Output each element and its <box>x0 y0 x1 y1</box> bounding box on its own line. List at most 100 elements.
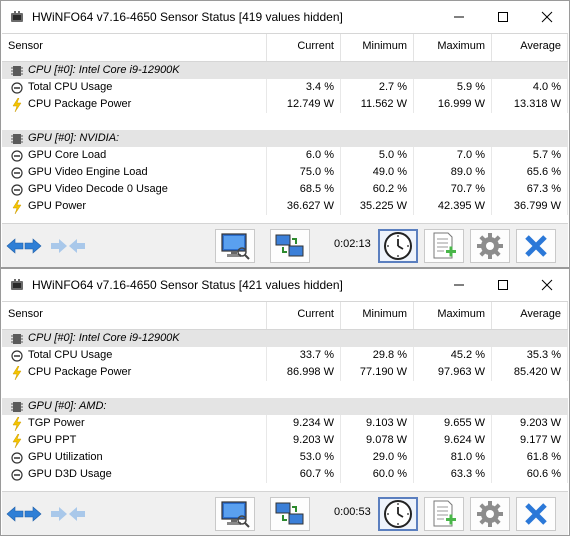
power-bolt-icon <box>10 365 24 380</box>
sensor-label-cell <box>2 381 267 398</box>
sensor-row[interactable]: GPU Core Load 6.0 % 5.0 % 7.0 % 5.7 % <box>2 147 568 164</box>
sensor-label-cell: GPU [#0]: NVIDIA: <box>2 130 267 147</box>
close-sensors-x-button[interactable] <box>516 497 556 531</box>
gauge-icon <box>10 149 24 163</box>
sensor-name: Total CPU Usage <box>28 349 113 361</box>
current-value: 60.7 % <box>267 466 341 483</box>
elapsed-timer: 0:00:53 <box>334 506 371 518</box>
minimum-value <box>341 330 414 347</box>
sensor-group-row[interactable]: GPU [#0]: NVIDIA: <box>2 130 568 147</box>
sensor-row[interactable]: GPU D3D Usage 60.7 % 60.0 % 63.3 % 60.6 % <box>2 466 568 483</box>
settings-gear-button[interactable] <box>470 497 510 531</box>
chip-icon <box>10 400 24 414</box>
minimize-button[interactable] <box>437 269 481 301</box>
sensor-row[interactable]: CPU Package Power 86.998 W 77.190 W 97.963 … <box>2 364 568 381</box>
sensor-group-row[interactable]: CPU [#0]: Intel Core i9-12900K <box>2 330 568 347</box>
average-value: 85.420 W <box>492 364 568 381</box>
collapse-columns-arrows-icon[interactable] <box>49 503 87 525</box>
minimum-value: 29.0 % <box>341 449 414 466</box>
column-header-maximum[interactable]: Maximum <box>414 302 492 329</box>
logging-report-button[interactable] <box>424 497 464 531</box>
sensor-row[interactable]: GPU Utilization 53.0 % 29.0 % 81.0 % 61.8 % <box>2 449 568 466</box>
sensor-row[interactable]: GPU Video Decode 0 Usage 68.5 % 60.2 % 70.7… <box>2 181 568 198</box>
maximize-button[interactable] <box>481 1 525 33</box>
settings-gear-button[interactable] <box>470 229 510 263</box>
minimum-value: 35.225 W <box>341 198 414 215</box>
sensor-label-cell: CPU Package Power <box>2 364 267 381</box>
reset-timer-clock-button[interactable] <box>378 229 418 263</box>
title-bar[interactable]: HWiNFO64 v7.16-4650 Sensor Status [421 v… <box>1 269 569 301</box>
sensor-label-cell: CPU [#0]: Intel Core i9-12900K <box>2 62 267 79</box>
sensor-name: Total CPU Usage <box>28 81 113 93</box>
sensor-label-cell: GPU [#0]: AMD: <box>2 398 267 415</box>
maximum-value <box>414 113 492 130</box>
group-label: CPU [#0]: Intel Core i9-12900K <box>28 332 180 344</box>
maximum-value: 9.624 W <box>414 432 492 449</box>
minimize-button[interactable] <box>437 1 481 33</box>
sensor-status-window-1: HWiNFO64 v7.16-4650 Sensor Status [419 v… <box>0 0 570 268</box>
average-value: 4.0 % <box>492 79 568 96</box>
power-bolt-icon <box>10 97 24 112</box>
average-value <box>492 381 568 398</box>
minimum-value: 9.103 W <box>341 415 414 432</box>
expand-columns-arrows-icon[interactable] <box>5 235 43 257</box>
sensor-row[interactable]: CPU Package Power 12.749 W 11.562 W 16.999 … <box>2 96 568 113</box>
column-header-minimum[interactable]: Minimum <box>341 302 414 329</box>
sensor-row[interactable]: TGP Power 9.234 W 9.103 W 9.655 W 9.203 W <box>2 415 568 432</box>
sensor-group-row[interactable]: CPU [#0]: Intel Core i9-12900K <box>2 62 568 79</box>
maximum-value <box>414 62 492 79</box>
title-bar[interactable]: HWiNFO64 v7.16-4650 Sensor Status [419 v… <box>1 1 569 33</box>
minimum-value: 60.0 % <box>341 466 414 483</box>
column-header-sensor[interactable]: Sensor <box>2 34 267 61</box>
column-header-average[interactable]: Average <box>492 34 568 61</box>
sensor-viewer-monitor-button[interactable] <box>215 229 255 263</box>
close-window-button[interactable] <box>525 1 569 33</box>
current-value: 75.0 % <box>267 164 341 181</box>
sensor-name: GPU PPT <box>28 434 77 446</box>
column-header-minimum[interactable]: Minimum <box>341 34 414 61</box>
gauge-icon <box>10 468 24 482</box>
gauge-icon <box>10 451 24 465</box>
reset-timer-clock-button[interactable] <box>378 497 418 531</box>
network-share-button[interactable] <box>270 229 310 263</box>
maximum-value: 89.0 % <box>414 164 492 181</box>
close-sensors-x-button[interactable] <box>516 229 556 263</box>
sensor-viewer-monitor-button[interactable] <box>215 497 255 531</box>
gauge-icon <box>10 81 24 95</box>
chip-icon <box>10 132 24 146</box>
sensor-name: GPU Video Decode 0 Usage <box>28 183 168 195</box>
sensor-row[interactable]: GPU Power 36.627 W 35.225 W 42.395 W 36.799 … <box>2 198 568 215</box>
column-header-average[interactable]: Average <box>492 302 568 329</box>
sensor-row[interactable]: Total CPU Usage 33.7 % 29.8 % 45.2 % 35.3 % <box>2 347 568 364</box>
column-header-current[interactable]: Current <box>267 302 341 329</box>
close-window-button[interactable] <box>525 269 569 301</box>
sensor-row[interactable]: GPU Video Engine Load 75.0 % 49.0 % 89.0 % 6… <box>2 164 568 181</box>
minimum-value: 49.0 % <box>341 164 414 181</box>
average-value: 65.6 % <box>492 164 568 181</box>
gauge-icon <box>10 183 24 197</box>
current-value: 36.627 W <box>267 198 341 215</box>
network-share-button[interactable] <box>270 497 310 531</box>
expand-columns-arrows-icon[interactable] <box>5 503 43 525</box>
sensor-label-cell: GPU Power <box>2 198 267 215</box>
maximum-value: 9.655 W <box>414 415 492 432</box>
current-value <box>267 130 341 147</box>
maximize-button[interactable] <box>481 269 525 301</box>
sensor-row[interactable]: GPU PPT 9.203 W 9.078 W 9.624 W 9.177 W <box>2 432 568 449</box>
collapse-columns-arrows-icon[interactable] <box>49 235 87 257</box>
maximum-value <box>414 381 492 398</box>
sensor-label-cell <box>2 113 267 130</box>
minimum-value <box>341 398 414 415</box>
column-header-current[interactable]: Current <box>267 34 341 61</box>
average-value: 60.6 % <box>492 466 568 483</box>
sensor-name: TGP Power <box>28 417 85 429</box>
average-value: 35.3 % <box>492 347 568 364</box>
column-header-maximum[interactable]: Maximum <box>414 34 492 61</box>
sensor-group-row[interactable]: GPU [#0]: AMD: <box>2 398 568 415</box>
sensor-name: GPU Video Engine Load <box>28 166 148 178</box>
sensor-label-cell: GPU Utilization <box>2 449 267 466</box>
table-header: Sensor Current Minimum Maximum Average <box>2 33 568 62</box>
sensor-row[interactable]: Total CPU Usage 3.4 % 2.7 % 5.9 % 4.0 % <box>2 79 568 96</box>
logging-report-button[interactable] <box>424 229 464 263</box>
column-header-sensor[interactable]: Sensor <box>2 302 267 329</box>
